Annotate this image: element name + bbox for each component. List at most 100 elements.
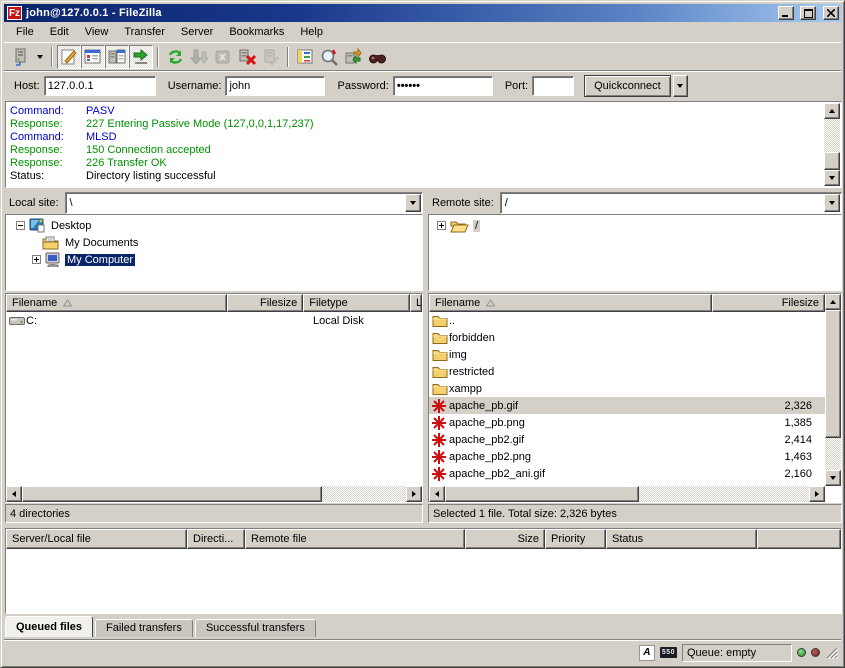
speed-limit-icon[interactable]: 550 xyxy=(660,647,677,658)
quickconnect-button[interactable]: Quickconnect xyxy=(584,75,671,97)
menu-edit[interactable]: Edit xyxy=(42,23,77,41)
file-row[interactable]: .. xyxy=(429,312,825,329)
tree-item-root[interactable]: / xyxy=(429,217,841,234)
tab-failed-transfers[interactable]: Failed transfers xyxy=(95,619,193,637)
column-header-filesize[interactable]: Filesize xyxy=(712,294,825,312)
reconnect-button[interactable] xyxy=(259,45,283,69)
directory-comparison-button[interactable] xyxy=(317,45,341,69)
directory-filters-button[interactable] xyxy=(293,45,317,69)
maximize-button[interactable] xyxy=(800,6,816,20)
tree-item-my-computer[interactable]: My Computer xyxy=(6,251,422,268)
site-manager-dropdown-button[interactable] xyxy=(33,46,47,68)
column-header-filename[interactable]: Filename xyxy=(6,294,227,312)
find-files-button[interactable] xyxy=(365,45,389,69)
minimize-button[interactable] xyxy=(778,6,794,20)
host-input[interactable] xyxy=(44,76,156,96)
column-header-filename[interactable]: Filename xyxy=(429,294,712,312)
port-input[interactable] xyxy=(532,76,574,96)
toggle-local-tree-button[interactable] xyxy=(81,45,105,69)
title-bar[interactable]: Fz john@127.0.0.1 - FileZilla xyxy=(4,4,841,22)
column-header-filetype[interactable]: Filetype xyxy=(303,294,410,312)
scroll-left-button[interactable] xyxy=(429,486,445,502)
process-queue-button[interactable] xyxy=(187,45,211,69)
column-header-server-local-file[interactable]: Server/Local file xyxy=(6,529,187,549)
directory-filters-icon xyxy=(296,48,314,66)
file-row[interactable]: apache_pb2.png 1,463 xyxy=(429,448,825,465)
expand-expander-icon[interactable] xyxy=(32,255,41,264)
scroll-track[interactable] xyxy=(445,486,809,502)
scroll-left-button[interactable] xyxy=(6,486,22,502)
tab-successful-transfers[interactable]: Successful transfers xyxy=(195,619,316,637)
scroll-track[interactable] xyxy=(824,119,840,170)
file-row[interactable]: img xyxy=(429,346,825,363)
menu-view[interactable]: View xyxy=(77,23,117,41)
file-row-c-drive[interactable]: C: Local Disk xyxy=(6,312,422,329)
file-row[interactable]: xampp xyxy=(429,380,825,397)
disconnect-button[interactable] xyxy=(235,45,259,69)
menu-bookmarks[interactable]: Bookmarks xyxy=(221,23,292,41)
scroll-thumb[interactable] xyxy=(825,310,841,438)
file-row[interactable]: apache_pb2_ani.gif 2,160 xyxy=(429,465,825,482)
log-line-text: PASV xyxy=(86,105,115,118)
synchronized-browsing-button[interactable] xyxy=(341,45,365,69)
log-line-label: Status: xyxy=(10,170,86,183)
toggle-remote-tree-button[interactable] xyxy=(105,45,129,69)
menu-help[interactable]: Help xyxy=(292,23,331,41)
log-scrollbar[interactable] xyxy=(824,103,840,186)
local-list-hscrollbar[interactable] xyxy=(6,486,422,502)
toggle-transfer-queue-button[interactable] xyxy=(129,45,153,69)
tree-item-my-documents[interactable]: My Documents xyxy=(6,234,422,251)
password-input[interactable] xyxy=(393,76,493,96)
tree-item-label[interactable]: My Computer xyxy=(65,254,135,266)
column-header-priority[interactable]: Priority xyxy=(545,529,606,549)
file-row[interactable]: restricted xyxy=(429,363,825,380)
scroll-thumb[interactable] xyxy=(22,486,322,502)
toggle-message-log-button[interactable] xyxy=(57,45,81,69)
column-header-last-modified[interactable]: L xyxy=(410,294,422,312)
tree-item-label[interactable]: / xyxy=(473,220,480,232)
menu-file[interactable]: File xyxy=(8,23,42,41)
file-row[interactable]: forbidden xyxy=(429,329,825,346)
scroll-down-button[interactable] xyxy=(825,470,841,486)
site-manager-button[interactable] xyxy=(9,45,33,69)
scroll-thumb[interactable] xyxy=(824,152,840,170)
refresh-button[interactable] xyxy=(163,45,187,69)
scroll-up-button[interactable] xyxy=(824,103,840,119)
local-site-combo[interactable]: \ xyxy=(65,192,423,214)
column-header-direction[interactable]: Directi... xyxy=(187,529,245,549)
column-header-status[interactable]: Status xyxy=(606,529,757,549)
column-header-filesize[interactable]: Filesize xyxy=(227,294,303,312)
scroll-track[interactable] xyxy=(22,486,406,502)
column-header-remote-file[interactable]: Remote file xyxy=(245,529,465,549)
scroll-track[interactable] xyxy=(825,310,841,470)
cancel-button[interactable] xyxy=(211,45,235,69)
scroll-down-button[interactable] xyxy=(824,170,840,186)
apache-file-icon xyxy=(432,416,446,430)
file-row-selected[interactable]: apache_pb.gif 2,326 xyxy=(429,397,825,414)
remote-site-combo-drop[interactable] xyxy=(824,194,840,212)
scroll-right-button[interactable] xyxy=(406,486,422,502)
local-site-combo-drop[interactable] xyxy=(405,194,421,212)
file-row[interactable]: apache_pb.png 1,385 xyxy=(429,414,825,431)
remote-site-combo[interactable]: / xyxy=(500,192,842,214)
remote-list-hscrollbar[interactable] xyxy=(429,486,825,502)
scroll-up-button[interactable] xyxy=(825,294,841,310)
tree-item-desktop[interactable]: Desktop xyxy=(6,217,422,234)
close-button[interactable] xyxy=(823,6,839,20)
expand-expander-icon[interactable] xyxy=(437,221,446,230)
remote-list-vscrollbar[interactable] xyxy=(825,294,841,486)
tree-item-label[interactable]: Desktop xyxy=(49,220,93,232)
resize-grip-icon[interactable] xyxy=(825,646,838,659)
quickconnect-dropdown-button[interactable] xyxy=(673,75,688,97)
column-header-size[interactable]: Size xyxy=(465,529,545,549)
file-row[interactable]: apache_pb2.gif 2,414 xyxy=(429,431,825,448)
file-name: apache_pb2_ani.gif xyxy=(449,468,715,480)
scroll-right-button[interactable] xyxy=(809,486,825,502)
scroll-thumb[interactable] xyxy=(445,486,639,502)
menu-transfer[interactable]: Transfer xyxy=(116,23,173,41)
username-input[interactable] xyxy=(225,76,325,96)
tab-queued-files[interactable]: Queued files xyxy=(5,616,93,637)
collapse-expander-icon[interactable] xyxy=(16,221,25,230)
menu-server[interactable]: Server xyxy=(173,23,221,41)
tree-item-label[interactable]: My Documents xyxy=(63,237,140,249)
